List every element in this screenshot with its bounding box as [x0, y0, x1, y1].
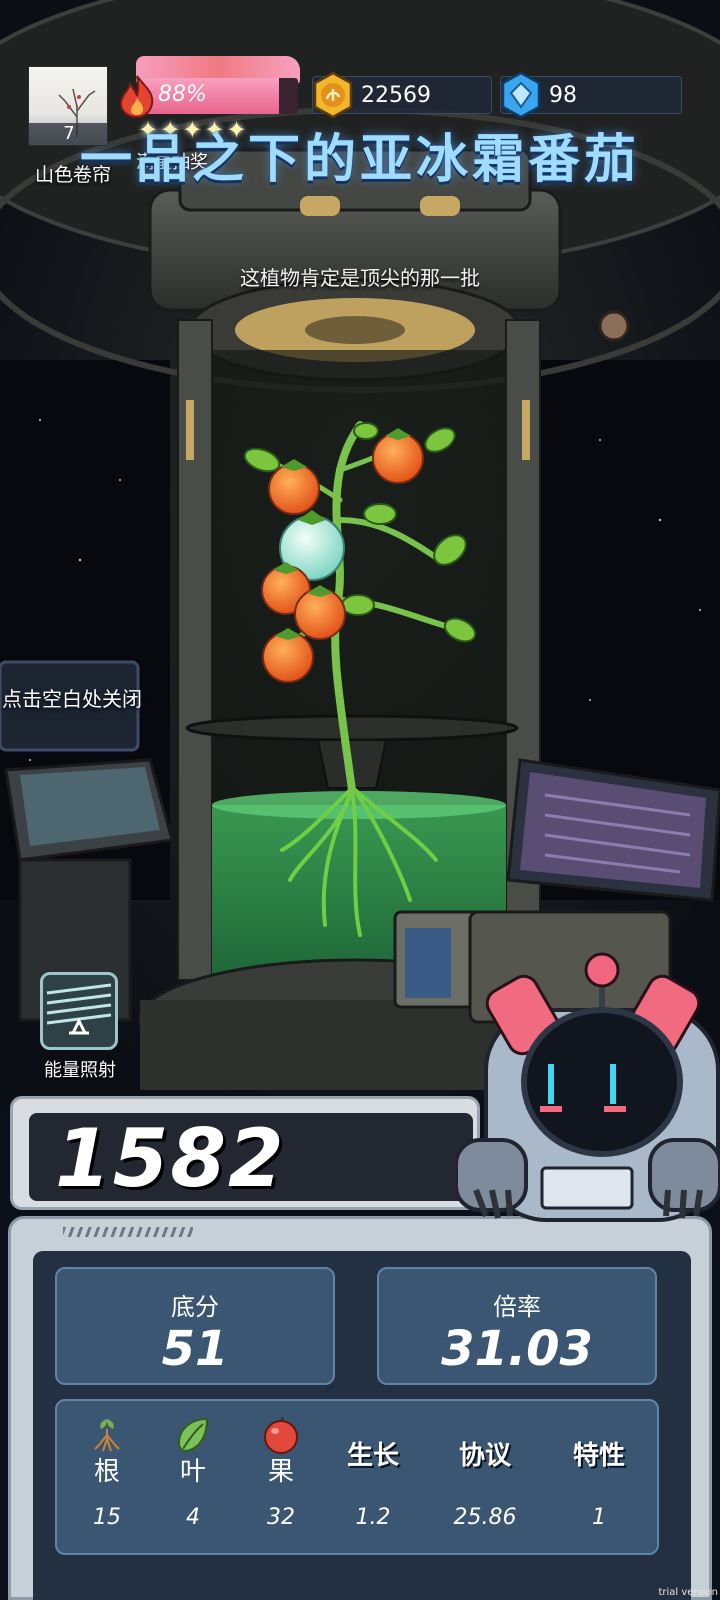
gem-counter[interactable]: 98	[500, 71, 682, 119]
coin-counter[interactable]: 22569	[312, 71, 492, 119]
energy-meter: 88%	[116, 56, 302, 118]
gem-icon	[501, 71, 541, 119]
attributes-card: 根 15 叶 4 果 32 生长 1.2 协议 25.86 特性 1	[55, 1399, 659, 1555]
multiplier-card: 倍率 31.03	[377, 1267, 657, 1385]
attr-fruit-label: 果	[267, 1457, 294, 1487]
gem-value: 98	[549, 83, 577, 108]
attr-root-label: 根	[93, 1457, 120, 1487]
fruit-icon	[264, 1416, 298, 1454]
coin-value: 22569	[361, 83, 431, 108]
multiplier-value: 31.03	[441, 1321, 593, 1377]
attr-trait: 特性 1	[559, 1401, 639, 1557]
attr-growth-value: 1.2	[355, 1505, 391, 1530]
robot-mascot	[456, 952, 720, 1222]
attr-trait-label: 特性	[572, 1441, 625, 1471]
attr-trait-value: 1	[592, 1505, 606, 1530]
attr-root-value: 15	[93, 1505, 121, 1530]
irradiate-icon	[46, 983, 112, 1035]
stripes-decoration	[63, 1227, 193, 1237]
base-score-card: 底分 51	[55, 1267, 335, 1385]
stats-frame: 底分 51 倍率 31.03 根 15 叶 4 果 32 生长 1.2 协议 2…	[8, 1216, 712, 1600]
total-score: 1582	[55, 1112, 286, 1205]
attr-leaf-label: 叶	[179, 1457, 206, 1487]
attr-growth-label: 生长	[346, 1441, 399, 1471]
base-score-value: 51	[161, 1321, 229, 1377]
energy-irradiate-label: 能量照射	[44, 1060, 116, 1081]
total-score-box: 1582	[10, 1096, 480, 1210]
coin-icon	[313, 71, 353, 119]
plant-subtitle: 这植物肯定是顶尖的那一批	[240, 266, 480, 290]
stats-screen: 底分 51 倍率 31.03 根 15 叶 4 果 32 生长 1.2 协议 2…	[33, 1251, 691, 1600]
attr-growth: 生长 1.2	[333, 1401, 413, 1557]
attr-leaf-value: 4	[186, 1505, 200, 1530]
attr-protocol: 协议 25.86	[445, 1401, 525, 1557]
attr-fruit-value: 32	[267, 1505, 295, 1530]
leaf-icon	[177, 1417, 209, 1453]
root-icon	[94, 1419, 120, 1452]
attr-fruit: 果 32	[241, 1401, 321, 1557]
energy-irradiate-button[interactable]	[40, 972, 118, 1050]
plant-title: 一品之下的亚冰霜番茄	[79, 130, 640, 190]
base-score-label: 底分	[171, 1293, 219, 1321]
attr-protocol-label: 协议	[458, 1441, 511, 1471]
attr-root: 根 15	[67, 1401, 147, 1557]
trial-watermark: trial version	[658, 1587, 718, 1598]
close-hint: 点击空白处关闭	[2, 687, 142, 711]
multiplier-label: 倍率	[493, 1293, 541, 1321]
energy-percent: 88%	[158, 82, 207, 107]
flame-icon	[119, 75, 154, 118]
attr-leaf: 叶 4	[153, 1401, 233, 1557]
attr-protocol-value: 25.86	[453, 1505, 517, 1530]
